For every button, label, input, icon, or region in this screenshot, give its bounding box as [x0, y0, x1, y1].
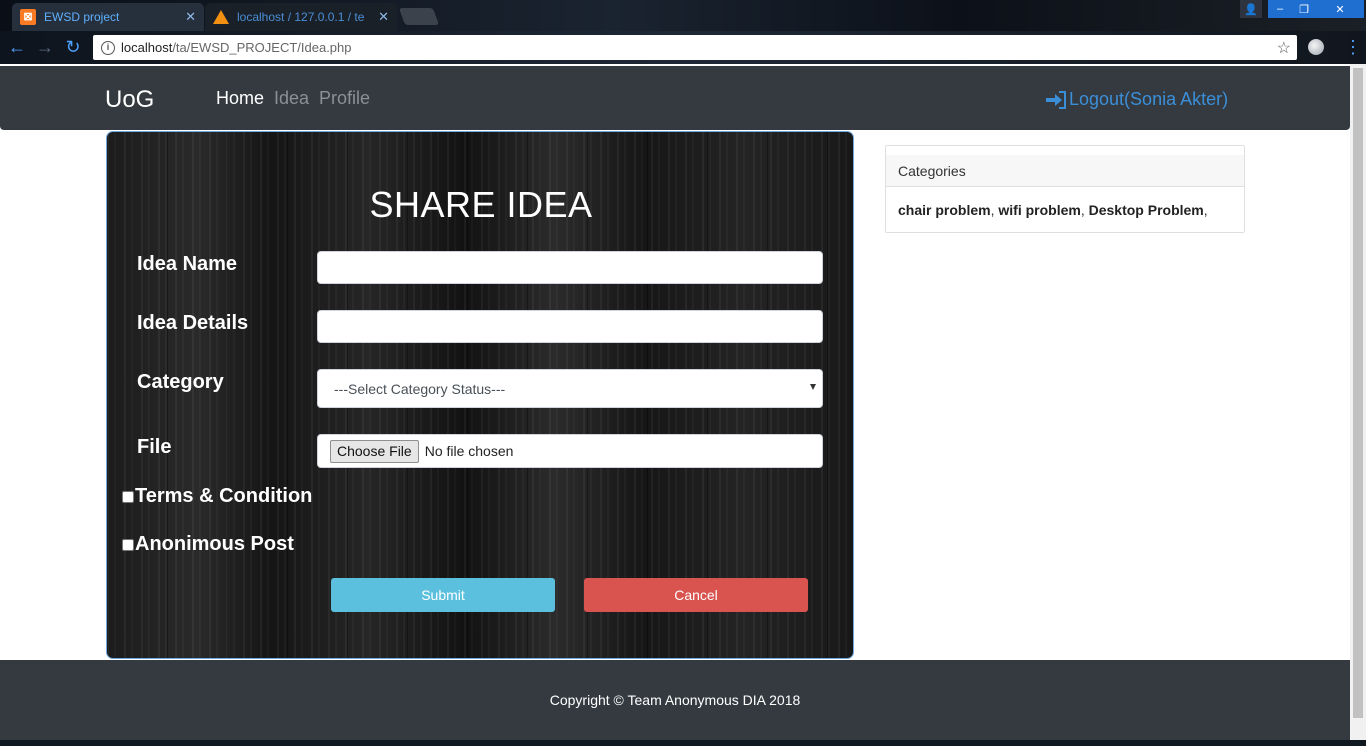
category-select[interactable]: ---Select Category Status---	[317, 369, 823, 408]
tab-title: localhost / 127.0.0.1 / te	[237, 10, 365, 24]
idea-details-input[interactable]	[317, 310, 823, 343]
maximize-button[interactable]: ❐	[1292, 0, 1316, 18]
forward-arrow-icon[interactable]: →	[34, 38, 56, 58]
nav-link-home[interactable]: Home	[216, 88, 264, 109]
terms-checkbox[interactable]	[122, 491, 134, 503]
bookmark-star-icon[interactable]: ☆	[1277, 38, 1291, 58]
browser-tab-strip: ⊠ EWSD project ✕ localhost / 127.0.0.1 /…	[0, 0, 1366, 31]
category-label: Category	[137, 371, 224, 393]
nav-link-idea[interactable]: Idea	[274, 88, 309, 109]
idea-name-label: Idea Name	[137, 253, 238, 275]
browser-tab-phpmyadmin[interactable]: localhost / 127.0.0.1 / te ✕	[205, 3, 397, 31]
idea-name-input[interactable]	[317, 251, 823, 284]
categories-list: chair problem, wifi problem, Desktop Pro…	[898, 202, 1208, 218]
category-selected-value: ---Select Category Status---	[334, 380, 506, 397]
close-tab-icon[interactable]: ✕	[185, 9, 196, 25]
anonymous-label: Anonimous Post	[135, 533, 294, 555]
idea-details-label: Idea Details	[137, 312, 249, 334]
share-idea-form: SHARE IDEA Idea Name Idea Details Catego…	[106, 131, 854, 659]
file-label: File	[137, 436, 172, 458]
anonymous-checkbox[interactable]	[122, 539, 134, 551]
submit-button[interactable]: Submit	[331, 578, 555, 612]
close-window-button[interactable]: ✕	[1316, 0, 1364, 18]
category-item[interactable]: chair problem	[898, 202, 991, 218]
url-path: /ta/EWSD_PROJECT/Idea.php	[172, 40, 352, 55]
file-status: No file chosen	[424, 443, 514, 459]
cancel-button[interactable]: Cancel	[584, 578, 808, 612]
category-item[interactable]: wifi problem	[998, 202, 1080, 218]
nav-link-profile[interactable]: Profile	[319, 88, 370, 109]
login-icon	[1046, 90, 1066, 109]
os-taskbar	[0, 740, 1366, 746]
back-arrow-icon[interactable]: ←	[6, 38, 28, 58]
logout-link[interactable]: Logout(Sonia Akter)	[1046, 89, 1228, 110]
chevron-down-icon	[810, 384, 816, 390]
brand-logo[interactable]: UoG	[105, 86, 154, 114]
form-title: SHARE IDEA	[369, 184, 593, 225]
file-input[interactable]: Choose File No file chosen	[317, 434, 823, 468]
logout-label: Logout(Sonia Akter)	[1069, 89, 1229, 109]
new-tab-button[interactable]	[398, 8, 440, 25]
reload-icon[interactable]: ↻	[62, 38, 84, 58]
browser-tab-ewsd[interactable]: ⊠ EWSD project ✕	[12, 3, 204, 31]
page-viewport: UoG Home Idea Profile Logout(Sonia Akter…	[0, 64, 1350, 740]
categories-header: Categories	[886, 146, 1244, 187]
profile-icon[interactable]: 👤	[1240, 0, 1262, 18]
browser-menu-icon[interactable]: ⋮	[1344, 37, 1362, 57]
close-tab-icon[interactable]: ✕	[378, 9, 389, 25]
site-navbar: UoG Home Idea Profile Logout(Sonia Akter…	[0, 66, 1350, 130]
minimize-button[interactable]: –	[1268, 0, 1292, 18]
category-item[interactable]: Desktop Problem	[1089, 202, 1204, 218]
xampp-icon: ⊠	[20, 9, 36, 25]
copyright-text: Copyright © Team Anonymous DIA 2018	[549, 692, 801, 708]
info-icon[interactable]: i	[101, 40, 115, 55]
phpmyadmin-icon	[213, 10, 229, 24]
terms-label: Terms & Condition	[135, 485, 313, 507]
extension-icon[interactable]	[1308, 39, 1324, 55]
choose-file-button[interactable]: Choose File	[330, 439, 419, 463]
scrollbar-thumb[interactable]	[1353, 68, 1363, 718]
url-host: localhost	[121, 40, 173, 55]
address-bar[interactable]: i localhost/ta/EWSD_PROJECT/Idea.php ☆	[93, 35, 1297, 60]
tab-title: EWSD project	[44, 10, 120, 24]
categories-card: Categories chair problem, wifi problem, …	[885, 145, 1245, 233]
page-footer: Copyright © Team Anonymous DIA 2018	[0, 660, 1350, 740]
page-scrollbar[interactable]	[1350, 64, 1366, 740]
